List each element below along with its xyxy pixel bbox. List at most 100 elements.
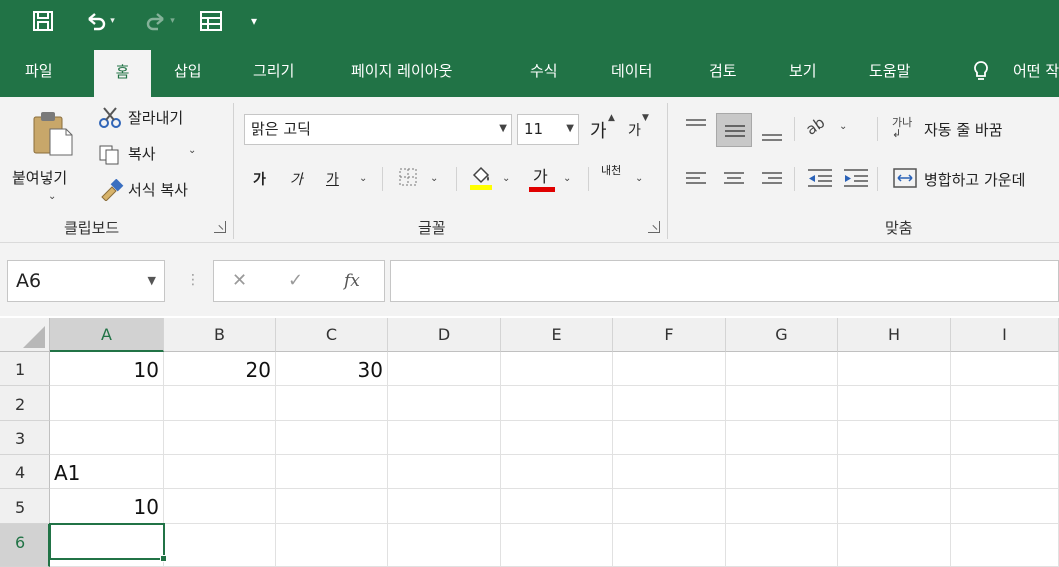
align-top-icon[interactable] <box>684 117 708 135</box>
underline-dropdown-icon[interactable]: ⌄ <box>359 173 367 184</box>
cell-c6[interactable] <box>276 524 388 567</box>
cell-i2[interactable] <box>951 386 1059 421</box>
cell-h4[interactable] <box>838 455 951 489</box>
redo-dropdown-icon[interactable]: ▾ <box>170 16 175 26</box>
font-size-select[interactable]: 11 ▼ <box>517 114 579 145</box>
redo-button[interactable]: ▾ <box>136 8 184 34</box>
cell-d2[interactable] <box>388 386 501 421</box>
cell-a2[interactable] <box>50 386 164 421</box>
cell-c3[interactable] <box>276 421 388 455</box>
align-middle-button[interactable] <box>716 113 752 147</box>
increase-indent-icon[interactable] <box>842 167 870 189</box>
cell-i4[interactable] <box>951 455 1059 489</box>
active-cell-border[interactable] <box>49 523 165 560</box>
formula-input[interactable] <box>390 260 1059 302</box>
cell-c4[interactable] <box>276 455 388 489</box>
cell-b3[interactable] <box>164 421 276 455</box>
tab-draw[interactable]: 그리기 <box>253 42 294 97</box>
row-header-6[interactable]: 6 <box>0 524 50 567</box>
cell-f6[interactable] <box>613 524 726 567</box>
cell-h1[interactable] <box>838 352 951 386</box>
cell-a4[interactable]: A1 <box>50 455 164 489</box>
cell-f1[interactable] <box>613 352 726 386</box>
cell-h6[interactable] <box>838 524 951 567</box>
cell-e3[interactable] <box>501 421 613 455</box>
cell-b1[interactable]: 20 <box>164 352 276 386</box>
cell-i6[interactable] <box>951 524 1059 567</box>
cell-c5[interactable] <box>276 489 388 524</box>
column-header-h[interactable]: H <box>838 318 951 352</box>
tab-data[interactable]: 데이터 <box>611 42 652 97</box>
cell-e1[interactable] <box>501 352 613 386</box>
select-all-corner[interactable] <box>0 318 50 352</box>
row-header-1[interactable]: 1 <box>0 352 50 386</box>
phonetic-dropdown-icon[interactable]: ⌄ <box>635 173 643 184</box>
clipboard-launcher-icon[interactable] <box>214 221 226 233</box>
font-launcher-icon[interactable] <box>648 221 660 233</box>
name-box[interactable]: A6 ▼ <box>7 260 165 302</box>
align-bottom-icon[interactable] <box>760 125 784 143</box>
merge-center-button[interactable]: 병합하고 가운데 <box>924 169 1025 190</box>
cell-h2[interactable] <box>838 386 951 421</box>
cell-a5[interactable]: 10 <box>50 489 164 524</box>
align-right-icon[interactable] <box>760 169 784 189</box>
row-header-2[interactable]: 2 <box>0 386 50 421</box>
column-header-g[interactable]: G <box>726 318 838 352</box>
cell-d1[interactable] <box>388 352 501 386</box>
fill-color-icon[interactable] <box>468 163 494 191</box>
align-center-icon[interactable] <box>722 169 746 189</box>
column-header-c[interactable]: C <box>276 318 388 352</box>
cell-d5[interactable] <box>388 489 501 524</box>
undo-dropdown-icon[interactable]: ▾ <box>110 16 115 26</box>
column-header-d[interactable]: D <box>388 318 501 352</box>
font-name-select[interactable]: 맑은 고딕 ▼ <box>244 114 512 145</box>
lightbulb-icon[interactable] <box>972 60 990 86</box>
tab-home[interactable]: 홈 <box>94 50 151 97</box>
cell-f4[interactable] <box>613 455 726 489</box>
copy-button[interactable]: 복사 ⌄ <box>98 141 210 167</box>
column-header-a[interactable]: A <box>50 318 164 352</box>
column-header-b[interactable]: B <box>164 318 276 352</box>
form-button[interactable] <box>196 8 226 34</box>
tab-file[interactable]: 파일 <box>25 42 53 97</box>
cell-b6[interactable] <box>164 524 276 567</box>
cell-g1[interactable] <box>726 352 838 386</box>
italic-button[interactable]: 가 <box>290 169 303 189</box>
cell-i3[interactable] <box>951 421 1059 455</box>
decrease-indent-icon[interactable] <box>806 167 834 189</box>
row-header-5[interactable]: 5 <box>0 489 50 524</box>
increase-font-size-button[interactable]: 가 <box>590 117 607 143</box>
cancel-entry-button[interactable]: ✕ <box>232 270 247 291</box>
orientation-icon[interactable]: ab <box>803 113 829 138</box>
tab-help[interactable]: 도움말 <box>869 42 910 97</box>
decrease-font-size-button[interactable]: 가 <box>628 120 641 140</box>
phonetic-guide-button[interactable]: 내천 <box>601 165 625 177</box>
undo-button[interactable]: ▾ <box>76 8 124 34</box>
borders-icon[interactable] <box>398 167 418 187</box>
cell-g5[interactable] <box>726 489 838 524</box>
tab-review[interactable]: 검토 <box>709 42 737 97</box>
cell-f3[interactable] <box>613 421 726 455</box>
paste-dropdown-icon[interactable]: ⌄ <box>48 191 56 202</box>
cell-c1[interactable]: 30 <box>276 352 388 386</box>
cell-e4[interactable] <box>501 455 613 489</box>
cut-button[interactable]: 잘라내기 <box>98 105 210 131</box>
cell-c2[interactable] <box>276 386 388 421</box>
name-box-dropdown-icon[interactable]: ▼ <box>148 261 156 301</box>
bold-button[interactable]: 가 <box>253 169 266 189</box>
cell-e2[interactable] <box>501 386 613 421</box>
tab-formulas[interactable]: 수식 <box>530 42 558 97</box>
cell-i5[interactable] <box>951 489 1059 524</box>
column-header-e[interactable]: E <box>501 318 613 352</box>
cell-e6[interactable] <box>501 524 613 567</box>
copy-dropdown-icon[interactable]: ⌄ <box>188 145 196 156</box>
wrap-text-button[interactable]: 자동 줄 바꿈 <box>924 119 1003 140</box>
save-button[interactable] <box>28 8 58 34</box>
fill-handle[interactable] <box>160 555 167 562</box>
tab-insert[interactable]: 삽입 <box>174 42 202 97</box>
cell-i1[interactable] <box>951 352 1059 386</box>
cell-d3[interactable] <box>388 421 501 455</box>
underline-button[interactable]: 가 <box>326 169 339 189</box>
cell-g3[interactable] <box>726 421 838 455</box>
cell-h5[interactable] <box>838 489 951 524</box>
